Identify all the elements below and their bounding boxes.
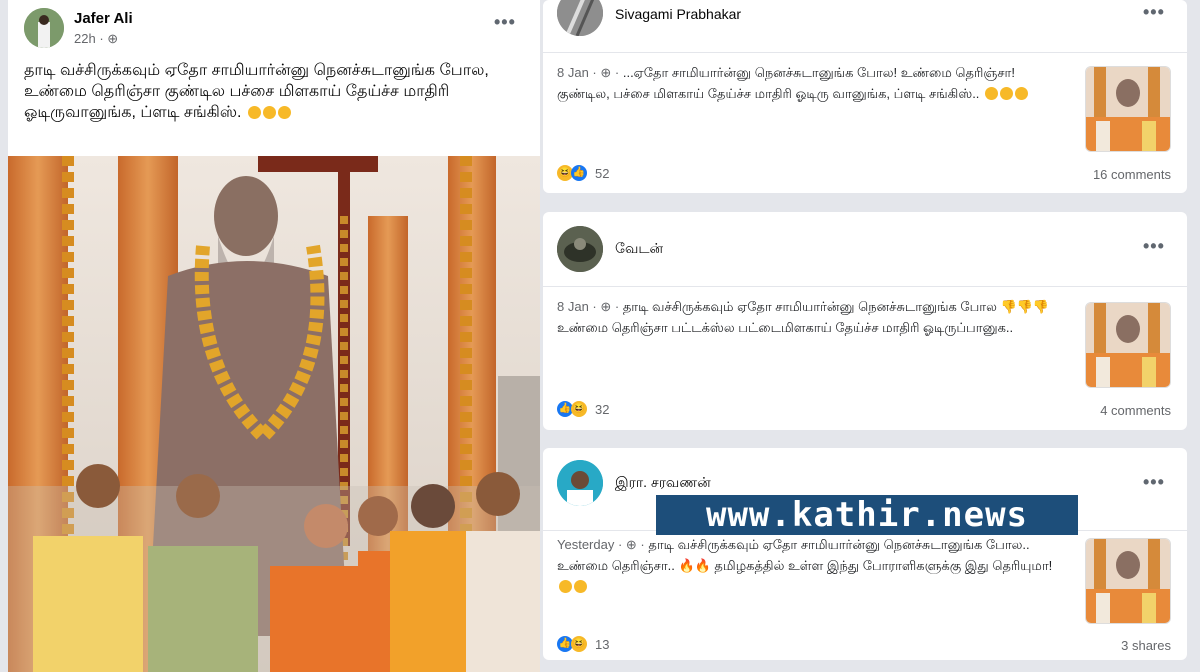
comments-count[interactable]: 4 comments (1100, 403, 1171, 418)
emoji-icon (574, 580, 587, 593)
shared-post-card-2: வேடன் ••• 8 Jan · ⊕ · தாடி வச்சிருக்கவும… (543, 212, 1187, 430)
emoji-icon (985, 87, 999, 100)
reactions[interactable]: 👍 😆 32 (557, 401, 609, 417)
haha-reaction-icon: 😆 (571, 401, 587, 417)
divider (543, 52, 1187, 53)
post-snippet: Yesterday · ⊕ · தாடி வச்சிருக்கவும் ஏதோ … (557, 534, 1057, 597)
emoji-icon (1000, 87, 1014, 100)
shared-post-card-3: இரா. சரவணன் ••• Yesterday · ⊕ · தாடி வச்… (543, 448, 1187, 660)
reactions[interactable]: 👍 😆 13 (557, 636, 609, 652)
emoji-icon (277, 106, 291, 119)
post-timestamp[interactable]: 22h · ⊕ (74, 31, 118, 47)
more-options-button[interactable]: ••• (1143, 2, 1165, 23)
author-name[interactable]: Jafer Ali (74, 10, 133, 27)
post-snippet: 8 Jan · ⊕ · தாடி வச்சிருக்கவும் ஏதோ சாமி… (557, 299, 1050, 335)
globe-icon: ⊕ (625, 537, 637, 552)
reaction-count: 13 (595, 636, 610, 652)
snippet-text: தாடி வச்சிருக்கவும் ஏதோ சாமியார்ன்னு நென… (557, 299, 1050, 335)
author-avatar[interactable] (557, 0, 603, 36)
reactions[interactable]: 😆 👍 52 (557, 165, 609, 181)
reaction-count: 32 (595, 401, 610, 417)
globe-icon: ⊕ (600, 65, 612, 80)
more-options-button[interactable]: ••• (1143, 472, 1165, 493)
author-avatar[interactable] (24, 8, 64, 48)
reaction-count: 52 (595, 165, 610, 181)
site-watermark: www.kathir.news (656, 495, 1078, 535)
shared-post-card-1: Sivagami Prabhakar ••• 8 Jan · ⊕ · ...ஏத… (543, 0, 1187, 193)
haha-reaction-icon: 😆 (571, 636, 587, 652)
post-thumbnail[interactable] (1085, 302, 1171, 388)
globe-icon: ⊕ (600, 299, 612, 314)
emoji-icon (247, 106, 261, 119)
globe-icon: ⊕ (107, 31, 119, 46)
more-options-button[interactable]: ••• (1143, 236, 1165, 257)
post-snippet: 8 Jan · ⊕ · ...ஏதோ சாமியார்ன்னு நெனச்சுட… (557, 62, 1057, 104)
author-name[interactable]: வேடன் (615, 240, 663, 259)
post-photo[interactable] (8, 156, 540, 672)
snippet-time: Yesterday (557, 537, 615, 552)
like-reaction-icon: 👍 (571, 165, 587, 181)
post-text: தாடி வச்சிருக்கவும் ஏதோ சாமியார்ன்னு நென… (24, 60, 524, 123)
comments-count[interactable]: 16 comments (1093, 167, 1171, 182)
snippet-time: 8 Jan (557, 299, 589, 314)
left-post-card: Jafer Ali 22h · ⊕ ••• தாடி வச்சிருக்கவும… (8, 0, 540, 672)
post-thumbnail[interactable] (1085, 538, 1171, 624)
more-options-button[interactable]: ••• (494, 12, 516, 33)
timestamp-text: 22h (74, 31, 96, 46)
shares-count[interactable]: 3 shares (1121, 638, 1171, 653)
snippet-time: 8 Jan (557, 65, 589, 80)
author-avatar[interactable] (557, 460, 603, 506)
author-name[interactable]: இரா. சரவணன் (615, 474, 711, 493)
divider (543, 286, 1187, 287)
post-thumbnail[interactable] (1085, 66, 1171, 152)
author-name[interactable]: Sivagami Prabhakar (615, 6, 741, 22)
author-avatar[interactable] (557, 226, 603, 272)
snippet-text: ...ஏதோ சாமியார்ன்னு நெனச்சுடானுங்க போல! … (557, 65, 1015, 101)
emoji-icon (262, 106, 276, 119)
emoji-icon (1015, 87, 1029, 100)
emoji-icon (559, 580, 572, 593)
